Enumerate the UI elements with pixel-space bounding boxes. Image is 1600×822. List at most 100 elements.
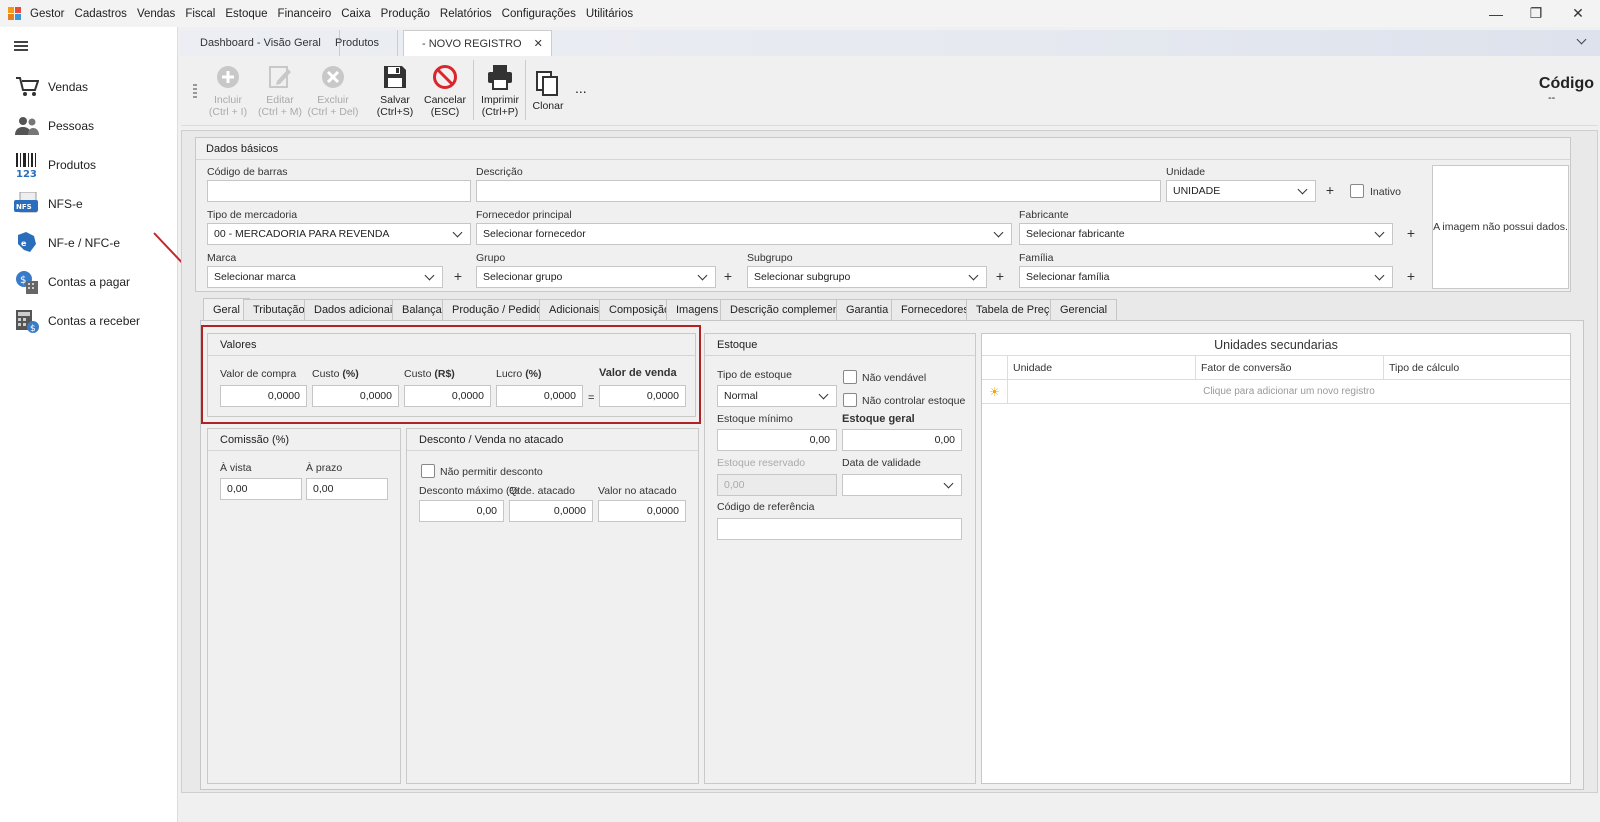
chevron-down-icon [1374,227,1385,237]
minimize-button[interactable]: — [1474,0,1518,27]
sidebar-item-label: NF-e / NFC-e [48,236,120,250]
salvar-label: Salvar [380,94,410,106]
svg-text:e: e [21,239,27,248]
close-tab-icon[interactable]: ✕ [534,37,543,50]
clonar-button[interactable]: Clonar [522,60,574,122]
sidebar-item-label: Pessoas [48,119,95,133]
desconto-maximo-input[interactable]: 0,00 [419,500,504,522]
tab-produtos[interactable]: Produtos [317,30,399,56]
menu-utilitarios[interactable]: Utilitários [581,8,638,20]
salvar-button[interactable]: Salvar (Ctrl+S) [369,60,421,122]
menu-vendas[interactable]: Vendas [132,8,180,20]
sidebar-item-vendas[interactable]: Vendas [14,72,174,102]
col-unidade[interactable]: Unidade [1008,356,1196,379]
add-marca-icon[interactable]: + [450,268,466,284]
col-fator-conversao[interactable]: Fator de conversão [1196,356,1384,379]
imprimir-shortcut: (Ctrl+P) [481,106,519,118]
col-tipo-calculo[interactable]: Tipo de cálculo [1384,356,1570,379]
estoque-geral-input[interactable]: 0,00 [842,429,962,451]
fabricante-label: Fabricante [1019,209,1069,221]
cancelar-button[interactable]: Cancelar (ESC) [419,60,471,122]
descricao-input[interactable] [476,180,1161,202]
unidade-select[interactable]: UNIDADE [1166,180,1316,202]
marca-select[interactable]: Selecionar marca [207,266,443,288]
valor-atacado-input[interactable]: 0,0000 [598,500,686,522]
panel-title: Desconto / Venda no atacado [407,429,698,451]
fornecedor-label: Fornecedor principal [476,209,572,221]
data-validade-picker[interactable] [842,474,962,496]
tab-imagens[interactable]: Imagens [666,299,729,320]
tab-garantia[interactable]: Garantia [836,299,899,320]
codigo-referencia-input[interactable] [717,518,962,540]
sidebar-item-nfse[interactable]: NFS NFS-e [14,189,174,219]
a-prazo-input[interactable]: 0,00 [306,478,388,500]
barcode-icon: 123 [14,152,40,178]
inativo-checkbox[interactable] [1350,184,1364,198]
estoque-reservado-label: Estoque reservado [717,457,806,469]
chevron-down-icon [818,389,829,399]
codigo-barras-input[interactable] [207,180,471,202]
a-vista-input[interactable]: 0,00 [220,478,302,500]
tab-novo-registro[interactable]: - NOVO REGISTRO ✕ [403,30,552,56]
unidades-secundarias-grid: Unidades secundarias Unidade Fator de co… [981,333,1571,784]
tipo-mercadoria-select[interactable]: 00 - MERCADORIA PARA REVENDA [207,223,471,245]
nfe-icon: e [14,230,40,256]
fabricante-value: Selecionar fabricante [1026,228,1125,240]
menu-cadastros[interactable]: Cadastros [70,8,132,20]
grupo-select[interactable]: Selecionar grupo [476,266,716,288]
new-row[interactable]: ☀ Clique para adicionar um novo registro [982,380,1570,404]
a-vista-label: À vista [220,462,252,474]
sidebar-item-contas-receber[interactable]: $ Contas a receber [14,306,174,336]
svg-text:123: 123 [16,169,37,178]
product-image-box[interactable]: A imagem não possui dados. [1432,165,1569,289]
sidebar: Vendas Pessoas 123 Produtos NFS NFS-e e … [0,27,178,822]
familia-select[interactable]: Selecionar família [1019,266,1393,288]
nao-controlar-estoque-checkbox[interactable] [843,393,857,407]
fornecedor-select[interactable]: Selecionar fornecedor [476,223,1012,245]
add-fabricante-icon[interactable]: + [1403,225,1419,241]
menu-gestor[interactable]: Gestor [25,8,70,20]
subgrupo-select[interactable]: Selecionar subgrupo [747,266,987,288]
more-actions-button[interactable]: ... [575,80,587,96]
close-window-button[interactable]: ✕ [1556,0,1600,27]
tipo-estoque-select[interactable]: Normal [717,385,837,407]
sidebar-item-label: Contas a pagar [48,275,131,289]
add-unidade-icon[interactable]: + [1322,182,1338,198]
desconto-maximo-label: Desconto máximo (% [419,485,519,497]
sidebar-item-pessoas[interactable]: Pessoas [14,111,174,141]
qtde-atacado-input[interactable]: 0,0000 [509,500,593,522]
estoque-minimo-input[interactable]: 0,00 [717,429,837,451]
editar-button[interactable]: Editar (Ctrl + M) [254,60,306,122]
menu-configuracoes[interactable]: Configurações [497,8,581,20]
imprimir-button[interactable]: Imprimir (Ctrl+P) [474,60,526,122]
menu-caixa[interactable]: Caixa [336,8,375,20]
chevron-down-icon [1374,270,1385,280]
add-subgrupo-icon[interactable]: + [992,268,1008,284]
menu-estoque[interactable]: Estoque [220,8,272,20]
menu-financeiro[interactable]: Financeiro [273,8,337,20]
tab-gerencial[interactable]: Gerencial [1050,299,1118,320]
nao-permitir-desconto-checkbox[interactable] [421,464,435,478]
add-grupo-icon[interactable]: + [720,268,736,284]
incluir-button[interactable]: Incluir (Ctrl + I) [202,60,254,122]
bills-icon: $ [14,269,40,295]
hamburger-menu-icon[interactable] [14,41,28,51]
editar-label: Editar [266,94,294,106]
restore-button[interactable]: ❐ [1514,0,1558,27]
fornecedor-value: Selecionar fornecedor [483,228,586,240]
codigo-title: Código [1538,75,1594,92]
tab-label: - NOVO REGISTRO [422,37,522,50]
grid-title: Unidades secundarias [982,334,1570,356]
menu-relatorios[interactable]: Relatórios [435,8,497,20]
menu-producao[interactable]: Produção [376,8,435,20]
nao-vendavel-checkbox[interactable] [843,370,857,384]
menu-fiscal[interactable]: Fiscal [180,8,220,20]
sidebar-item-label: Vendas [48,80,89,94]
drag-handle-icon[interactable] [193,84,197,98]
excluir-button[interactable]: Excluir (Ctrl + Del) [307,60,359,122]
fabricante-select[interactable]: Selecionar fabricante [1019,223,1393,245]
sidebar-item-label: NFS-e [48,197,83,211]
excluir-shortcut: (Ctrl + Del) [307,106,359,118]
add-familia-icon[interactable]: + [1403,268,1419,284]
sidebar-item-produtos[interactable]: 123 Produtos [14,150,174,180]
